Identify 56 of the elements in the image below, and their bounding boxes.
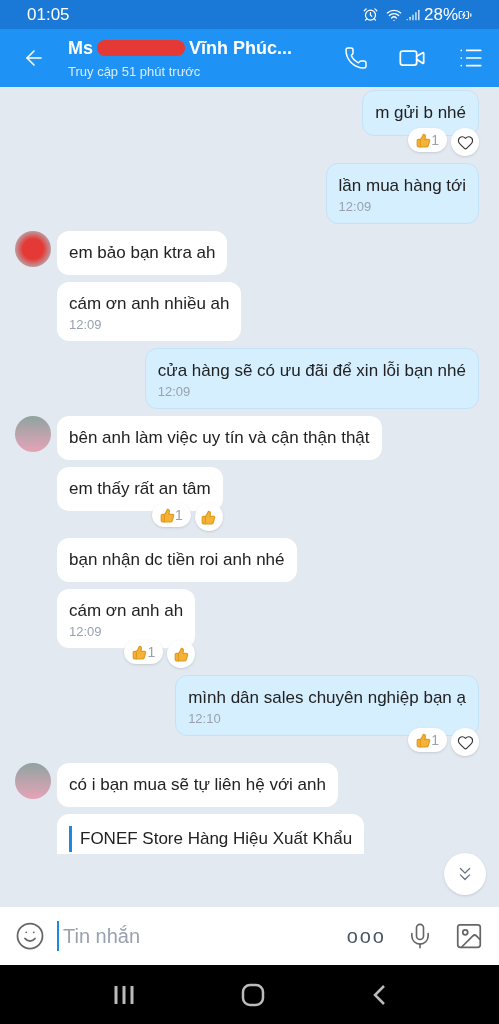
heart-react-button[interactable] xyxy=(451,728,479,756)
thumbs-up-icon xyxy=(416,732,432,748)
message-time: 12:09 xyxy=(157,383,192,401)
home-icon xyxy=(241,982,266,1007)
message-time: 12:09 xyxy=(69,316,103,334)
avatar-scribbled[interactable] xyxy=(15,231,51,267)
reaction-count[interactable]: 1 xyxy=(408,728,447,752)
alarm-icon xyxy=(362,7,378,22)
sticker-button[interactable] xyxy=(15,921,45,951)
status-time: 01:05 xyxy=(27,3,70,26)
message-text: em thấy rất an tâm xyxy=(69,478,211,500)
signal-icon xyxy=(405,7,420,22)
link-preview-card[interactable]: FONEF Store Hàng Hiệu Xuất Khẩu xyxy=(57,814,365,854)
heart-icon xyxy=(456,733,474,751)
message-text: mình dân sales chuyên nghiệp bạn ạ xyxy=(188,687,466,709)
contact-name-end: Vĩnh Phúc... xyxy=(189,36,293,60)
message-text: cửa hàng sẽ có ưu đãi để xin lỗi bạn nhé xyxy=(157,360,466,382)
thumbs-up-icon xyxy=(159,507,175,523)
more-button[interactable]: ooo xyxy=(346,921,386,951)
thumbs-up-icon xyxy=(132,644,148,660)
thumbs-up-icon xyxy=(173,646,189,662)
message-time: 12:10 xyxy=(188,710,222,728)
message-text: lần mua hàng tới xyxy=(338,175,466,197)
like-react-button[interactable] xyxy=(167,640,196,668)
smiley-icon xyxy=(15,921,45,951)
message-text: có i bạn mua sẽ tự liên hệ với anh xyxy=(69,774,326,796)
back-nav-icon xyxy=(371,983,386,1006)
message-time: 12:09 xyxy=(69,623,103,641)
avatar[interactable] xyxy=(15,763,51,799)
image-icon xyxy=(454,921,484,951)
scroll-down-button[interactable] xyxy=(444,853,486,895)
message-text: bên anh làm việc uy tín và cận thận thật xyxy=(69,427,370,449)
last-seen: Truy cập 51 phút trước xyxy=(68,62,202,81)
phone-icon xyxy=(344,46,368,70)
avatar[interactable] xyxy=(15,416,51,452)
message-text: em bảo bạn ktra ah xyxy=(69,242,216,264)
heart-icon xyxy=(456,133,474,151)
thumbs-up-icon xyxy=(416,132,432,148)
link-title: FONEF Store Hàng Hiệu Xuất Khẩu xyxy=(80,828,353,850)
heart-react-button[interactable] xyxy=(451,128,479,156)
reaction-count[interactable]: 1 xyxy=(151,503,191,527)
recent-apps-icon xyxy=(113,984,136,1005)
message-time: 12:09 xyxy=(338,198,373,216)
like-react-button[interactable] xyxy=(194,503,223,531)
message-text: cám ơn anh ah xyxy=(69,600,184,622)
message-text: bạn nhận dc tiền roi anh nhé xyxy=(69,549,285,571)
message-input[interactable]: Tin nhắn xyxy=(57,921,335,951)
battery-percent: 28% xyxy=(423,3,458,26)
contact-name: Ms xyxy=(68,36,93,60)
image-button[interactable] xyxy=(454,921,484,951)
reaction-count[interactable]: 1 xyxy=(408,128,447,152)
message-composer[interactable]: Tin nhắn ooo xyxy=(0,907,499,965)
thumbs-up-icon xyxy=(201,509,217,525)
message-text: cám ơn anh nhiều ah xyxy=(69,293,230,315)
message-text: m gửi b nhé xyxy=(375,102,466,124)
reaction-count[interactable]: 1 xyxy=(124,640,164,664)
